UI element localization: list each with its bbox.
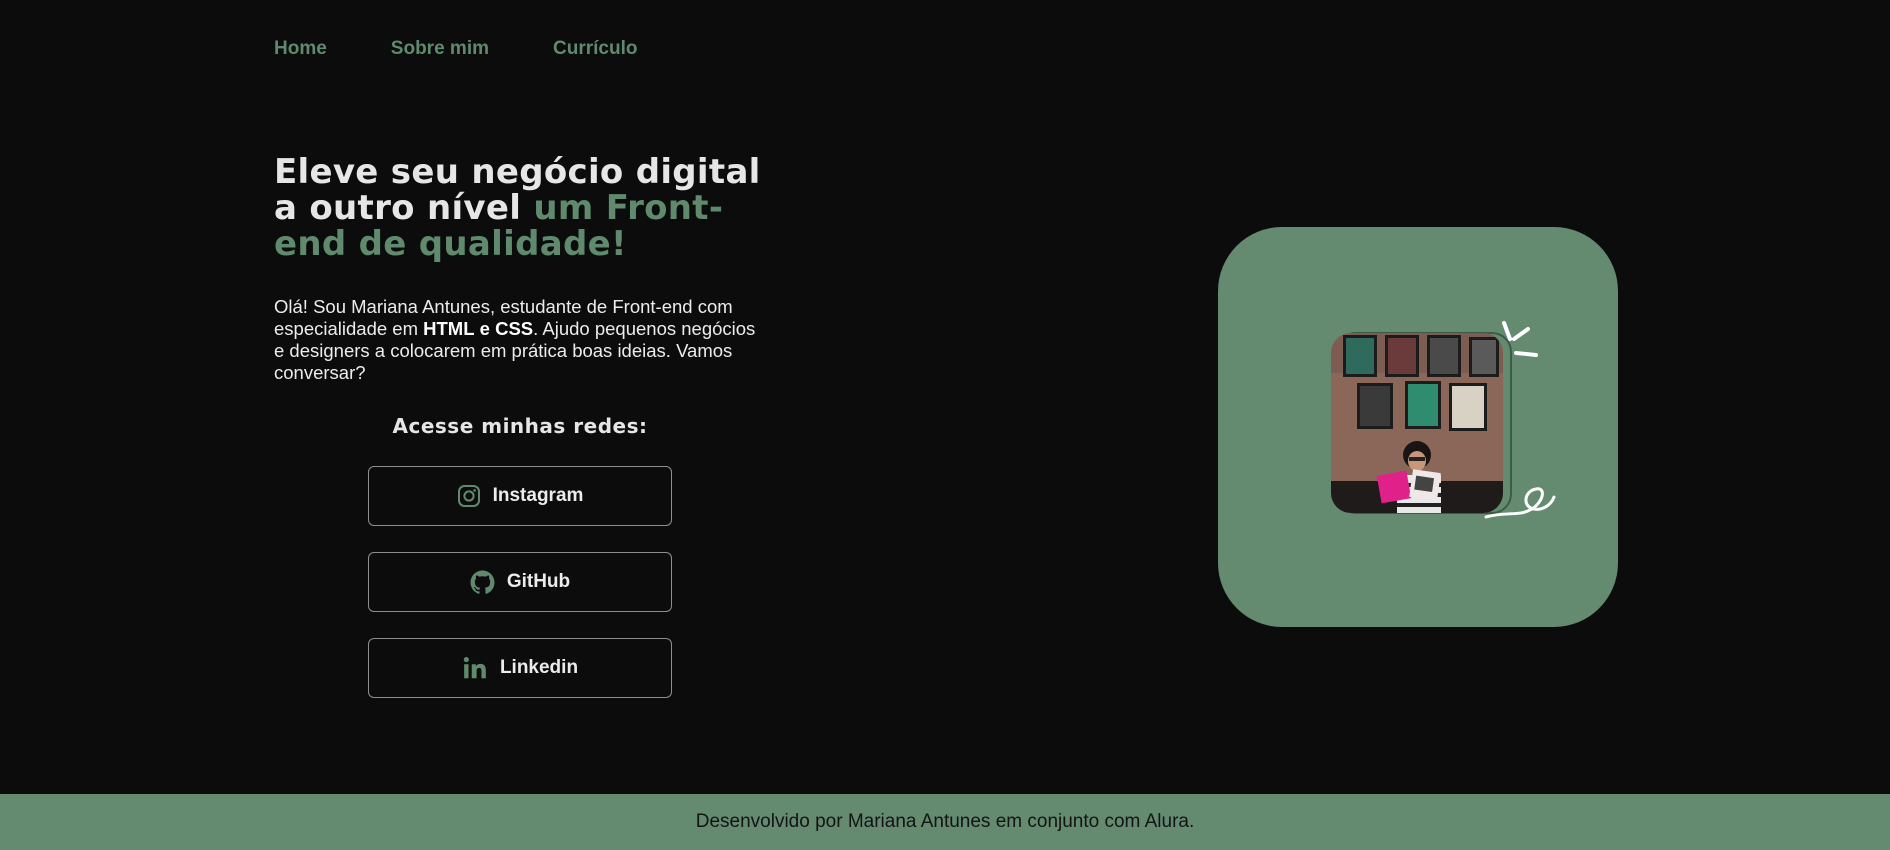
hero-title: Eleve seu negócio digital a outro nível … (274, 154, 774, 262)
profile-photo-card (1218, 227, 1618, 627)
instagram-icon (457, 484, 481, 508)
intro-paragraph: Olá! Sou Mariana Antunes, estudante de F… (274, 296, 764, 384)
instagram-label: Instagram (492, 485, 584, 506)
linkedin-icon (462, 655, 488, 681)
linkedin-label: Linkedin (499, 657, 579, 678)
instagram-button[interactable]: Instagram (368, 466, 672, 526)
intro-and: e (479, 318, 490, 339)
nav-resume-link[interactable]: Currículo (553, 38, 637, 60)
github-icon (470, 570, 495, 595)
github-label: GitHub (506, 571, 571, 592)
profile-photo (1331, 333, 1503, 513)
nav-about-link[interactable]: Sobre mim (391, 38, 489, 60)
page-footer: Desenvolvido por Mariana Antunes em conj… (0, 794, 1890, 850)
linkedin-button[interactable]: Linkedin (368, 638, 672, 698)
intro-html: HTML (423, 318, 475, 339)
footer-text: Desenvolvido por Mariana Antunes em conj… (695, 811, 1195, 832)
social-title: Acesse minhas redes: (392, 414, 648, 438)
nav-home-link[interactable]: Home (274, 38, 327, 60)
github-button[interactable]: GitHub (368, 552, 672, 612)
top-nav: Home Sobre mim Currículo (274, 38, 637, 60)
intro-css: CSS (495, 318, 534, 339)
